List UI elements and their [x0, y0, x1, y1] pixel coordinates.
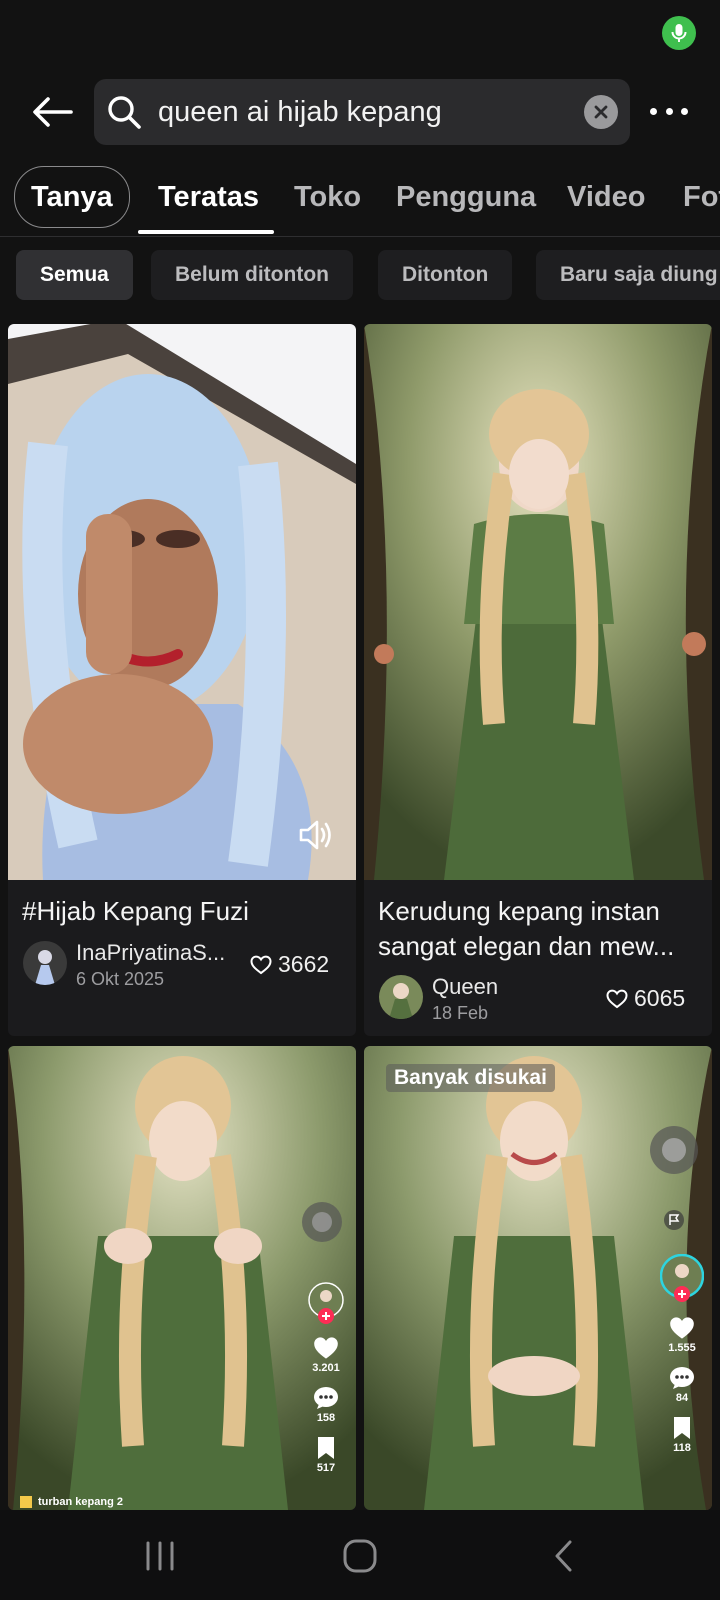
- like-count: 3662: [250, 951, 329, 978]
- more-dot-icon: [681, 107, 688, 115]
- clear-search-button[interactable]: [584, 95, 618, 129]
- result-card-4[interactable]: Banyak disukai 1.555 84 118: [364, 1046, 712, 1510]
- heart-outline-icon: [606, 989, 628, 1008]
- home-button[interactable]: [330, 1534, 390, 1578]
- music-disc-icon[interactable]: [648, 1124, 700, 1176]
- video-title: Kerudung kepang instan sangat elegan dan…: [378, 896, 675, 961]
- search-box[interactable]: queen ai hijab kepang: [94, 79, 630, 145]
- avatar[interactable]: [379, 975, 423, 1019]
- tab-toko[interactable]: Toko: [294, 166, 361, 228]
- filter-chip-baru-saja-diunggah[interactable]: Baru saja diung: [536, 250, 720, 300]
- side-like-count: 3.201: [312, 1362, 340, 1374]
- result-card-3[interactable]: 3.201 158 517 turban kepang 2: [8, 1046, 356, 1510]
- post-date: 18 Feb: [432, 1003, 489, 1023]
- tab-pengguna[interactable]: Pengguna: [396, 166, 536, 228]
- tab-video[interactable]: Video: [567, 166, 645, 228]
- bookmark-icon[interactable]: [316, 1436, 336, 1460]
- heart-icon[interactable]: [669, 1316, 695, 1340]
- tabs-divider: [0, 236, 720, 237]
- video-thumbnail[interactable]: [364, 324, 712, 880]
- creator-avatar[interactable]: [308, 1282, 344, 1324]
- video-thumbnail[interactable]: [8, 324, 356, 880]
- screen: queen ai hijab kepang Tanya Teratas Toko…: [0, 0, 720, 1600]
- bookmark-icon[interactable]: [672, 1416, 692, 1440]
- author-name[interactable]: InaPriyatinaS...: [76, 940, 225, 966]
- heart-outline-icon: [250, 955, 272, 974]
- active-tab-indicator: [138, 230, 274, 234]
- search-input[interactable]: queen ai hijab kepang: [158, 96, 584, 129]
- result-card-2[interactable]: Kerudung kepang instan sangat elegan dan…: [364, 324, 712, 1036]
- like-count-value: 6065: [634, 985, 686, 1011]
- volume-icon[interactable]: [298, 818, 334, 852]
- system-back-icon: [555, 1540, 572, 1572]
- side-save-count: 517: [316, 1462, 336, 1474]
- popular-badge: Banyak disukai: [386, 1064, 555, 1092]
- video-thumbnail[interactable]: 3.201 158 517 turban kepang 2: [8, 1046, 356, 1510]
- music-disc-icon[interactable]: [300, 1200, 344, 1244]
- home-icon: [343, 1539, 377, 1573]
- result-card-1[interactable]: #Hijab Kepang Fuzi InaPriyatinaS... 6 Ok…: [8, 324, 356, 1036]
- filter-chip-semua[interactable]: Semua: [16, 250, 133, 300]
- avatar[interactable]: [23, 941, 67, 985]
- comment-icon[interactable]: [669, 1366, 695, 1390]
- filter-chip-ditonton[interactable]: Ditonton: [378, 250, 513, 300]
- tab-foto[interactable]: Fot: [683, 166, 720, 228]
- video-title: #Hijab Kepang Fuzi: [22, 896, 249, 926]
- search-icon: [104, 92, 144, 132]
- back-arrow-icon: [33, 97, 73, 127]
- heart-icon[interactable]: [313, 1336, 339, 1360]
- close-icon: [594, 105, 608, 119]
- side-comment-count: 84: [675, 1392, 689, 1404]
- video-thumbnail[interactable]: Banyak disukai 1.555 84 118: [364, 1046, 712, 1510]
- filter-chip-belum-ditonton[interactable]: Belum ditonton: [151, 250, 353, 300]
- comment-icon[interactable]: [313, 1386, 339, 1410]
- post-date: 6 Okt 2025: [76, 969, 165, 989]
- follow-plus-icon[interactable]: [674, 1286, 690, 1302]
- side-comment-count: 158: [316, 1412, 336, 1424]
- follow-plus-icon[interactable]: [318, 1308, 334, 1324]
- side-actions: 3.201 158 517: [308, 1282, 344, 1474]
- side-save-count: 118: [673, 1442, 691, 1454]
- tab-tanya[interactable]: Tanya: [14, 166, 130, 228]
- more-options-button[interactable]: [644, 96, 694, 126]
- system-navigation-bar: [0, 1510, 720, 1600]
- creator-avatar[interactable]: [659, 1253, 705, 1302]
- sound-caption: turban kepang 2: [20, 1496, 123, 1508]
- report-flag-icon[interactable]: [664, 1210, 684, 1230]
- side-like-count: 1.555: [668, 1342, 696, 1354]
- system-back-button[interactable]: [534, 1534, 594, 1578]
- back-button[interactable]: [28, 92, 76, 132]
- like-count: 6065: [606, 985, 685, 1012]
- sound-caption-text: turban kepang 2: [38, 1496, 123, 1508]
- filter-chips: Semua Belum ditonton Ditonton Baru saja …: [0, 250, 720, 300]
- recent-apps-button[interactable]: [130, 1534, 190, 1578]
- sound-icon: [20, 1496, 32, 1508]
- like-count-value: 3662: [278, 951, 330, 977]
- tab-teratas[interactable]: Teratas: [158, 166, 259, 228]
- more-dot-icon: [665, 107, 673, 115]
- microphone-indicator-icon: [662, 16, 696, 50]
- author-name[interactable]: Queen: [432, 974, 498, 1000]
- side-actions: 1.555 84 118: [659, 1253, 705, 1454]
- more-dot-icon: [650, 107, 657, 115]
- recent-apps-icon: [146, 1541, 174, 1571]
- search-tabs: Tanya Teratas Toko Pengguna Video Fot: [0, 166, 720, 238]
